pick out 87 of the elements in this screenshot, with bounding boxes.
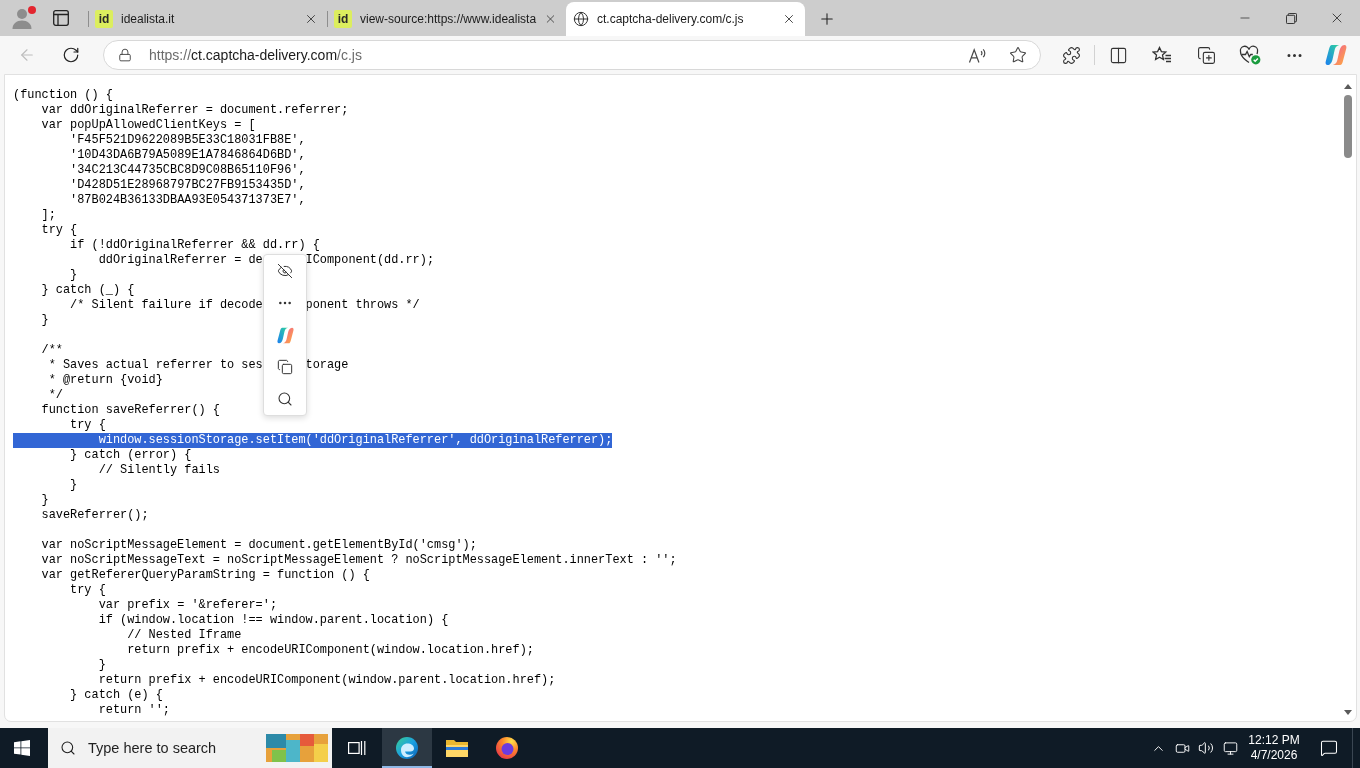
colorful-logo-icon[interactable] [1325, 44, 1347, 66]
code-line: saveReferrer(); [41, 508, 149, 523]
code-line: return prefix + encodeURIComponent(window.parent.location.href); [98, 673, 556, 688]
star-icon[interactable] [1009, 46, 1027, 64]
task-view-icon[interactable] [348, 740, 366, 756]
code-line: try { [70, 583, 106, 598]
monitor-icon[interactable] [1222, 740, 1238, 756]
puzzle-piece-icon[interactable] [1061, 45, 1081, 65]
favicon-badge: id [95, 10, 113, 28]
code-line: torage [305, 358, 349, 373]
code-line: (function () { [13, 88, 113, 103]
address-field[interactable]: https://ct.captcha-delivery.com/c.js [103, 40, 1041, 70]
globe-icon [573, 11, 589, 27]
code-line: if (window.location !== window.parent.location) { [98, 613, 449, 628]
star-list-icon[interactable] [1152, 46, 1172, 64]
code-line: * @return {void} [48, 373, 163, 388]
search-field[interactable]: Type here to search [88, 736, 254, 760]
puzzle-picture-icon[interactable] [266, 734, 328, 762]
code-line: return prefix + encodeURIComponent(window.location.href); [127, 643, 534, 658]
code-line: } catch (_) { [41, 283, 135, 298]
close-icon[interactable] [782, 12, 796, 26]
code-line: ddOriginalReferrer = de [98, 253, 263, 268]
browser-tab[interactable]: id idealista.it [88, 2, 327, 36]
code-line: } catch (error) { [70, 448, 192, 463]
code-line: try { [70, 418, 106, 433]
window-panel-icon[interactable] [53, 10, 69, 26]
scroll-down-icon[interactable] [1344, 710, 1352, 715]
windows-logo-icon[interactable] [14, 740, 30, 756]
avatar-icon[interactable] [11, 7, 33, 29]
restore-icon[interactable] [1285, 12, 1297, 24]
code-line: ponent throws */ [305, 298, 420, 313]
code-line: var noScriptMessageElement = document.getElementById('cmsg'); [41, 538, 477, 553]
copy-icon[interactable] [277, 359, 293, 375]
collections-icon[interactable] [1196, 45, 1216, 65]
read-aloud-icon[interactable] [968, 46, 987, 64]
code-line: ]; [41, 208, 56, 223]
scrollbar-thumb[interactable] [1344, 95, 1352, 158]
code-line: /* Silent failure if decode [70, 298, 263, 313]
code-line: function saveReferrer() { [41, 403, 220, 418]
heart-pulse-icon[interactable] [1239, 45, 1261, 65]
code-line: } [41, 313, 49, 328]
clock-date[interactable]: 4/7/2026 [1250, 748, 1298, 763]
code-line: } [98, 658, 106, 673]
code-line: // Silently fails [98, 463, 220, 478]
code-line: * Saves actual referrer to ses [48, 358, 263, 373]
code-line: '10D43DA6B79A5089E1A7846864D6BD', [70, 148, 306, 163]
search-box[interactable]: Type here to search [48, 728, 332, 768]
code-line: } [41, 493, 49, 508]
code-line: } [70, 478, 78, 493]
code-line: if (!ddOriginalReferrer && dd.rr) { [70, 238, 320, 253]
plus-icon[interactable] [818, 10, 836, 28]
code-line: */ [48, 388, 63, 403]
eye-slash-icon[interactable] [277, 263, 293, 279]
browser-tab[interactable]: ct.captcha-delivery.com/c.js [566, 2, 805, 36]
split-screen-icon[interactable] [1108, 45, 1128, 65]
code-line: var noScriptMessageText = noScriptMessageElement ? noScriptMessageElement.innerText : ''; [41, 553, 677, 568]
refresh-icon[interactable] [62, 46, 80, 64]
code-line: '87B024B36133DBAA93E054371373E7', [70, 193, 306, 208]
colorful-logo-icon[interactable] [276, 326, 294, 344]
code-line: } [70, 268, 78, 283]
browser-tab[interactable]: id view-source:https://www.idealista [327, 2, 566, 36]
message-icon[interactable] [1320, 739, 1338, 757]
code-line: } catch (e) { [70, 688, 163, 703]
code-line: var popUpAllowedClientKeys = [ [41, 118, 256, 133]
code-line: '34C213C44735CBC8D9C08B65110F96', [70, 163, 306, 178]
code-line: return ''; [98, 703, 170, 718]
code-line: // Nested Iframe [127, 628, 242, 643]
scroll-up-icon[interactable] [1344, 84, 1352, 89]
code-line: var ddOriginalReferrer = document.referrer; [41, 103, 349, 118]
search-icon [60, 740, 76, 756]
code-line: 'F45F521D9622089B5E33C18031FB8E', [70, 133, 306, 148]
code-line: IComponent(dd.rr); [305, 253, 435, 268]
code-line: var prefix = '&referer='; [98, 598, 278, 613]
code-line: try { [41, 223, 78, 238]
disc-logo-icon [495, 736, 519, 760]
search-icon[interactable] [277, 391, 293, 407]
close-icon[interactable] [304, 12, 318, 26]
lock-icon [118, 48, 132, 62]
taskbar-button[interactable] [382, 728, 432, 768]
code-line: 'D428D51E28968797BC27FB9153435D', [70, 178, 306, 193]
code-line: /** [41, 343, 63, 358]
swirl-logo-icon [395, 736, 419, 760]
speaker-icon[interactable] [1198, 740, 1214, 756]
favicon-badge: id [334, 10, 352, 28]
code-line: var getRefererQueryParamString = function () { [41, 568, 370, 583]
folder-icon [445, 738, 469, 758]
clock-time[interactable]: 12:12 PM [1248, 733, 1300, 748]
